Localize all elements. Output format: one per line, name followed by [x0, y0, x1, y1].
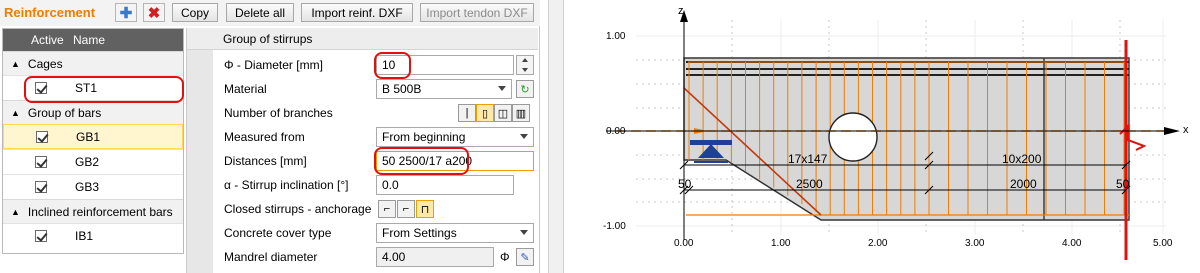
item-name: GB2: [75, 155, 100, 169]
dim-label-50-left: 50: [678, 177, 692, 191]
diameter-stepper[interactable]: [516, 55, 534, 75]
branches-3-icon[interactable]: ◫: [494, 104, 512, 122]
x-tick-label: 2.00: [868, 238, 888, 249]
dim-label-2500: 2500: [796, 177, 823, 191]
distances-input[interactable]: 50 2500/17 a200: [376, 151, 534, 171]
chevron-down-icon: [520, 230, 528, 235]
close-icon: ✖: [147, 4, 161, 22]
cover-type-select[interactable]: From Settings: [376, 223, 534, 243]
mandrel-input[interactable]: 4.00: [376, 247, 494, 267]
chevron-up-icon[interactable]: ▲: [11, 59, 20, 69]
active-checkbox[interactable]: [35, 181, 47, 193]
item-name: GB3: [75, 180, 100, 194]
chevron-down-icon: [498, 86, 506, 91]
add-button[interactable]: ✚: [115, 3, 137, 22]
y-tick-label: 0.00: [606, 126, 626, 137]
chevron-up-icon[interactable]: ▲: [11, 108, 20, 118]
y-tick-label: -1.00: [603, 221, 626, 232]
tree-row-gb2[interactable]: GB2: [3, 149, 183, 174]
branches-2-icon[interactable]: ▯: [476, 104, 494, 122]
dim-label-50-right: 50: [1116, 177, 1130, 191]
import-reinf-dxf-button[interactable]: Import reinf. DXF: [301, 3, 413, 22]
reinforcement-toolbar: Reinforcement ✚ ✖ Copy Delete all Import…: [0, 0, 540, 26]
dim-label-2000: 2000: [1010, 177, 1037, 191]
copy-button[interactable]: Copy: [172, 3, 218, 22]
tree-row-ib1[interactable]: IB1: [3, 223, 183, 248]
label-mandrel: Mandrel diameter: [224, 250, 318, 264]
item-name: ST1: [75, 81, 98, 95]
edit-icon[interactable]: ✎: [516, 248, 534, 266]
group-label: Inclined reinforcement bars: [27, 204, 173, 219]
label-distances: Distances [mm]: [224, 154, 307, 168]
axis-x-label: x: [1183, 124, 1189, 136]
tree-group-bars[interactable]: ▲ Group of bars: [3, 100, 183, 124]
tree-row-gb3[interactable]: GB3: [3, 174, 183, 199]
anchorage-closed-icon[interactable]: ⊓: [416, 200, 434, 218]
item-name: IB1: [75, 229, 94, 243]
x-tick-label: 3.00: [965, 238, 985, 249]
splitter[interactable]: [548, 0, 564, 273]
group-label: Group of bars: [27, 105, 102, 120]
import-tendon-dxf-button[interactable]: Import tendon DXF: [420, 3, 534, 22]
item-name: GB1: [76, 129, 101, 144]
active-checkbox[interactable]: [35, 156, 47, 168]
anchorage-hook-right-icon[interactable]: ⌐: [397, 200, 415, 218]
active-checkbox[interactable]: [35, 230, 47, 242]
properties-header: Group of stirrups: [187, 28, 538, 50]
inclination-input[interactable]: 0.0: [376, 175, 514, 195]
tree-row-st1[interactable]: ST1: [3, 75, 183, 100]
label-measured-from: Measured from: [224, 130, 305, 144]
remove-button[interactable]: ✖: [143, 3, 165, 22]
material-select[interactable]: B 500B: [376, 79, 512, 99]
axis-z-label: z: [678, 5, 684, 17]
refresh-icon[interactable]: ↻: [516, 80, 534, 98]
mandrel-unit: Φ: [500, 250, 510, 264]
material-value: B 500B: [382, 82, 422, 96]
tree-group-cages[interactable]: ▲ Cages: [3, 51, 183, 75]
label-cover-type: Concrete cover type: [224, 226, 332, 240]
beam-outline: [683, 57, 1130, 221]
x-tick-label: 1.00: [771, 238, 791, 249]
chevron-up-icon[interactable]: ▲: [11, 207, 20, 217]
label-stirrup-inclination: α - Stirrup inclination [°]: [224, 178, 349, 192]
x-tick-label: 5.00: [1153, 238, 1173, 249]
column-name: Name: [73, 33, 106, 47]
column-active: Active: [31, 33, 64, 47]
tree-group-inclined[interactable]: ▲ Inclined reinforcement bars: [3, 199, 183, 223]
anchorage-hook-left-icon[interactable]: ⌐: [378, 200, 396, 218]
branches-1-icon[interactable]: |: [458, 104, 476, 122]
active-checkbox[interactable]: [35, 82, 47, 94]
opening-circle: [828, 112, 878, 162]
label-branches: Number of branches: [224, 106, 333, 120]
label-material: Material: [224, 82, 267, 96]
branches-4-icon[interactable]: ▥: [512, 104, 530, 122]
x-tick-label: 0.00: [674, 238, 694, 249]
panel-title: Reinforcement: [4, 5, 96, 20]
chevron-down-icon: [520, 134, 528, 139]
label-diameter: Φ - Diameter [mm]: [224, 58, 323, 72]
reinforcement-tree: Active Name ▲ Cages ST1 ▲ Group of bars …: [2, 28, 184, 254]
drawing-area[interactable]: z x 1.00 0.00 -1.00 0.00 1.00 2.00 3.00 …: [566, 0, 1200, 273]
x-tick-label: 4.00: [1062, 238, 1082, 249]
tree-row-gb1[interactable]: GB1: [3, 124, 183, 149]
measured-from-value: From beginning: [382, 130, 466, 144]
properties-gutter: [187, 50, 213, 273]
active-checkbox[interactable]: [36, 130, 48, 143]
delete-all-button[interactable]: Delete all: [226, 3, 294, 22]
diameter-input[interactable]: 10: [376, 55, 514, 75]
group-label: Cages: [27, 56, 63, 71]
cover-type-value: From Settings: [382, 226, 457, 240]
dim-label-17x147: 17x147: [788, 152, 828, 166]
label-anchorage: Closed stirrups - anchorage: [224, 202, 372, 216]
beam-drawing: z x 1.00 0.00 -1.00 0.00 1.00 2.00 3.00 …: [603, 5, 1189, 260]
measured-from-select[interactable]: From beginning: [376, 127, 534, 147]
tree-header: Active Name: [3, 29, 183, 51]
dim-label-10x200: 10x200: [1002, 152, 1042, 166]
plus-icon: ✚: [119, 4, 133, 22]
y-tick-label: 1.00: [606, 31, 626, 42]
